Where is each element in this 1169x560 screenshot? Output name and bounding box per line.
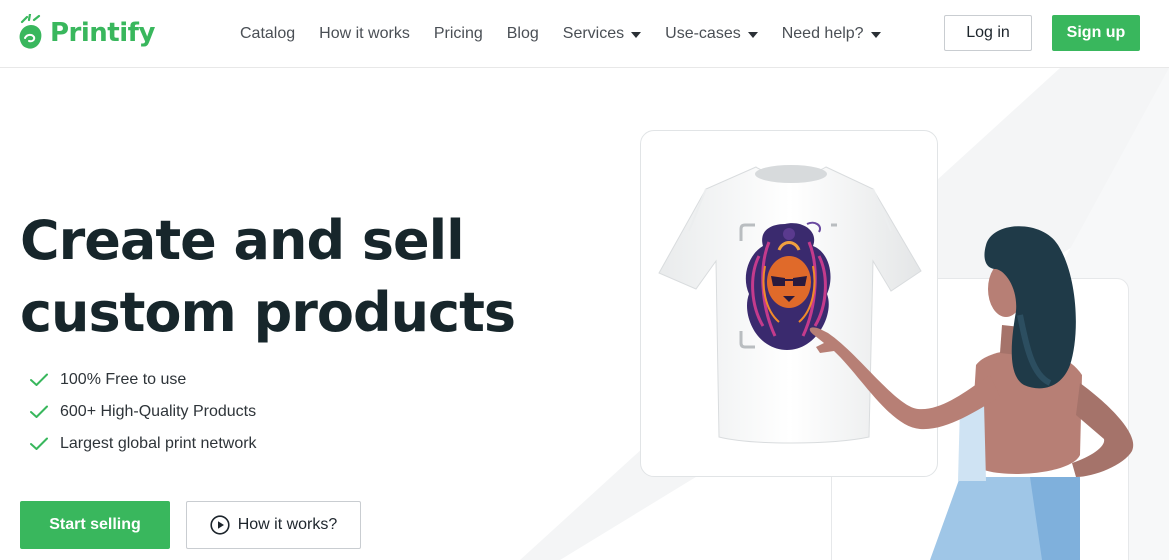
how-it-works-label: How it works? — [237, 516, 338, 533]
nav-label: Need help? — [781, 25, 864, 42]
check-icon — [30, 405, 48, 418]
main-nav: Catalog How it works Pricing Blog Servic… — [240, 22, 905, 46]
feature-label: Largest global print network — [60, 435, 257, 452]
check-icon — [30, 373, 48, 386]
printify-logo-icon — [19, 14, 42, 49]
nav-label: Use-cases — [665, 25, 741, 42]
printify-logo[interactable]: Printify — [18, 14, 155, 52]
feature-item: 600+ High-Quality Products — [30, 396, 257, 428]
signup-button[interactable]: Sign up — [1052, 15, 1140, 51]
nav-pricing[interactable]: Pricing — [434, 22, 483, 46]
feature-list: 100% Free to use 600+ High-Quality Produ… — [30, 364, 257, 460]
nav-label: Pricing — [433, 25, 483, 42]
login-button[interactable]: Log in — [944, 15, 1032, 51]
nav-need-help[interactable]: Need help? — [782, 22, 881, 46]
nav-services[interactable]: Services — [562, 22, 642, 46]
how-it-works-button[interactable]: How it works? — [186, 501, 361, 549]
brand-name: Printify — [50, 18, 155, 48]
nav-use-cases[interactable]: Use-cases — [665, 22, 758, 46]
woman-illustration — [809, 226, 1134, 560]
chevron-down-icon — [631, 32, 642, 38]
nav-label: Blog — [506, 25, 539, 42]
hero-title: Create and sell custom products — [20, 205, 580, 349]
nav-label: Catalog — [240, 25, 296, 42]
chevron-down-icon — [870, 32, 881, 38]
hero-title-line-2: custom products — [20, 281, 516, 344]
chevron-down-icon — [747, 32, 758, 38]
feature-item: Largest global print network — [30, 428, 257, 460]
site-header: Printify Catalog How it works Pricing Bl… — [0, 0, 1169, 68]
hero-title-line-1: Create and sell — [20, 209, 465, 272]
feature-item: 100% Free to use — [30, 364, 257, 396]
nav-blog[interactable]: Blog — [507, 22, 539, 46]
feature-label: 100% Free to use — [60, 371, 187, 388]
play-circle-icon — [210, 515, 230, 535]
check-icon — [30, 437, 48, 450]
nav-catalog[interactable]: Catalog — [240, 22, 295, 46]
feature-label: 600+ High-Quality Products — [60, 403, 257, 420]
nav-label: How it works — [319, 25, 410, 42]
start-selling-button[interactable]: Start selling — [20, 501, 170, 549]
nav-label: Services — [562, 25, 625, 42]
nav-how-it-works[interactable]: How it works — [319, 22, 410, 46]
